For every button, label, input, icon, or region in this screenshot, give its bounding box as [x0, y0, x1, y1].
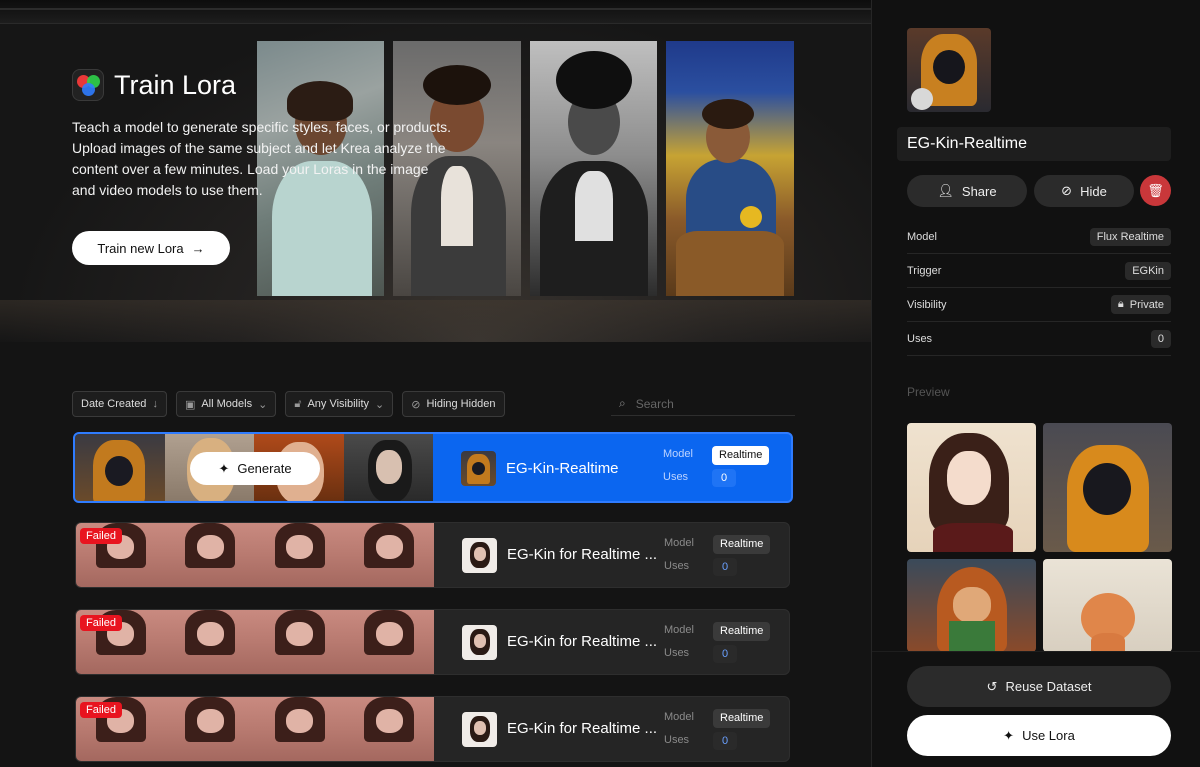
trash-icon: 🗑︎	[1147, 182, 1164, 198]
prop-visibility: Visibility 🔒︎ Private	[907, 288, 1171, 322]
lora-row[interactable]: Failed EG-Kin for Realtime ... Model Use…	[75, 696, 790, 762]
model-label: Model	[664, 537, 694, 549]
hero-heading: Train Lora	[72, 69, 236, 101]
prop-trigger: Trigger EGKin	[907, 254, 1171, 288]
uses-count: 0	[713, 645, 737, 663]
all-models-filter[interactable]: ▣ All Models ⌄	[175, 391, 277, 417]
share-button[interactable]: 👤︎ Share	[907, 175, 1027, 207]
lora-name: EG-Kin for Realtime ...	[507, 720, 658, 737]
uses-label: Uses	[664, 734, 690, 746]
generate-button[interactable]: ✦ Generate	[190, 452, 320, 485]
lora-name: EG-Kin for Realtime ...	[507, 633, 658, 650]
lora-row[interactable]: Failed EG-Kin for Realtime ... Model Use…	[75, 609, 790, 675]
sparkle-icon: ✦	[218, 460, 230, 476]
failed-badge: Failed	[80, 702, 122, 718]
hiding-hidden-toggle[interactable]: ⊘ Hiding Hidden	[402, 391, 505, 417]
chevron-down-icon: ⌄	[258, 398, 268, 411]
search-input[interactable]: Search	[636, 397, 674, 411]
lora-avatar	[462, 538, 497, 573]
uses-count: 0	[713, 732, 737, 750]
date-created-filter[interactable]: Date Created ↓	[72, 391, 167, 417]
filter-bar: Date Created ↓ ▣ All Models ⌄ 🔓︎ Any Vis…	[72, 391, 505, 417]
lock-icon: 🔓︎	[294, 397, 302, 410]
uses-value: 0	[1150, 329, 1171, 348]
lora-title[interactable]: EG-Kin-Realtime	[897, 127, 1171, 161]
lora-logo-icon	[72, 69, 104, 101]
uses-label: Uses	[664, 647, 690, 659]
search-icon: ⌕	[619, 396, 626, 410]
reuse-dataset-button[interactable]: ↺ Reuse Dataset	[907, 666, 1171, 707]
use-lora-button[interactable]: ✦ Use Lora	[907, 715, 1171, 756]
failed-badge: Failed	[80, 528, 122, 544]
visibility-value[interactable]: 🔒︎ Private	[1110, 295, 1171, 314]
preview-image[interactable]	[907, 423, 1036, 552]
model-label: Model	[664, 711, 694, 723]
eye-off-icon: ⊘	[411, 398, 421, 411]
uses-count: 0	[713, 558, 737, 576]
preview-label: Preview	[907, 385, 950, 399]
main-area: Train Lora Teach a model to generate spe…	[0, 0, 871, 767]
model-label: Model	[664, 624, 694, 636]
page-title: Train Lora	[114, 69, 237, 100]
lora-avatar	[462, 712, 497, 747]
refresh-icon: ↺	[986, 678, 998, 694]
delete-button[interactable]: 🗑︎	[1140, 175, 1171, 206]
lora-name: EG-Kin for Realtime ...	[507, 546, 658, 563]
preview-image[interactable]	[1043, 559, 1172, 652]
hero-description: Teach a model to generate specific style…	[72, 119, 451, 198]
chevron-down-icon: ⌄	[375, 398, 385, 411]
sparkle-icon: ✦	[1003, 727, 1015, 743]
lock-icon: 🔒︎	[1117, 298, 1124, 310]
hero-photo-3	[530, 41, 657, 296]
preview-image[interactable]	[907, 559, 1036, 652]
preview-image[interactable]	[1043, 423, 1172, 552]
search-field[interactable]: ⌕ Search	[611, 392, 795, 416]
uses-count: 0	[712, 469, 736, 487]
lora-cover-image	[907, 28, 991, 112]
prop-model: Model Flux Realtime	[907, 220, 1171, 254]
hero-photo-4	[666, 41, 794, 296]
lora-avatar	[461, 451, 496, 486]
lora-avatar	[462, 625, 497, 660]
failed-badge: Failed	[80, 615, 122, 631]
model-badge: Realtime	[713, 535, 771, 554]
user-icon: 👤︎	[937, 183, 954, 198]
stage-truss	[0, 0, 871, 24]
arrow-down-icon: ↓	[152, 398, 158, 410]
row-thumbnails	[76, 523, 434, 587]
prop-uses: Uses 0	[907, 322, 1171, 356]
trigger-value[interactable]: EGKin	[1125, 261, 1171, 280]
model-badge: Realtime	[712, 446, 770, 465]
lora-row[interactable]: ✦ Generate EG-Kin-Realtime Model Uses Re…	[73, 432, 793, 503]
row-thumbnails	[76, 697, 434, 761]
lora-name: EG-Kin-Realtime	[506, 460, 619, 477]
model-badge: Realtime	[713, 622, 771, 641]
uses-label: Uses	[663, 471, 689, 483]
model-icon: ▣	[184, 398, 196, 411]
model-label: Model	[663, 448, 693, 460]
uses-label: Uses	[664, 560, 690, 572]
visibility-filter[interactable]: 🔓︎ Any Visibility ⌄	[285, 391, 394, 417]
model-value: Flux Realtime	[1089, 227, 1171, 246]
lora-row[interactable]: Failed EG-Kin for Realtime ... Model Use…	[75, 522, 790, 588]
row-thumbnails	[76, 610, 434, 674]
train-new-lora-button[interactable]: Train new Lora →	[72, 231, 230, 265]
eye-off-icon: ⊘	[1061, 183, 1073, 198]
hero-banner: Train Lora Teach a model to generate spe…	[0, 0, 871, 342]
model-badge: Realtime	[713, 709, 771, 728]
lora-detail-panel: EG-Kin-Realtime 👤︎ Share ⊘ Hide 🗑︎ Model…	[871, 0, 1200, 767]
hide-button[interactable]: ⊘ Hide	[1034, 175, 1134, 207]
arrow-right-icon: →	[191, 240, 205, 256]
